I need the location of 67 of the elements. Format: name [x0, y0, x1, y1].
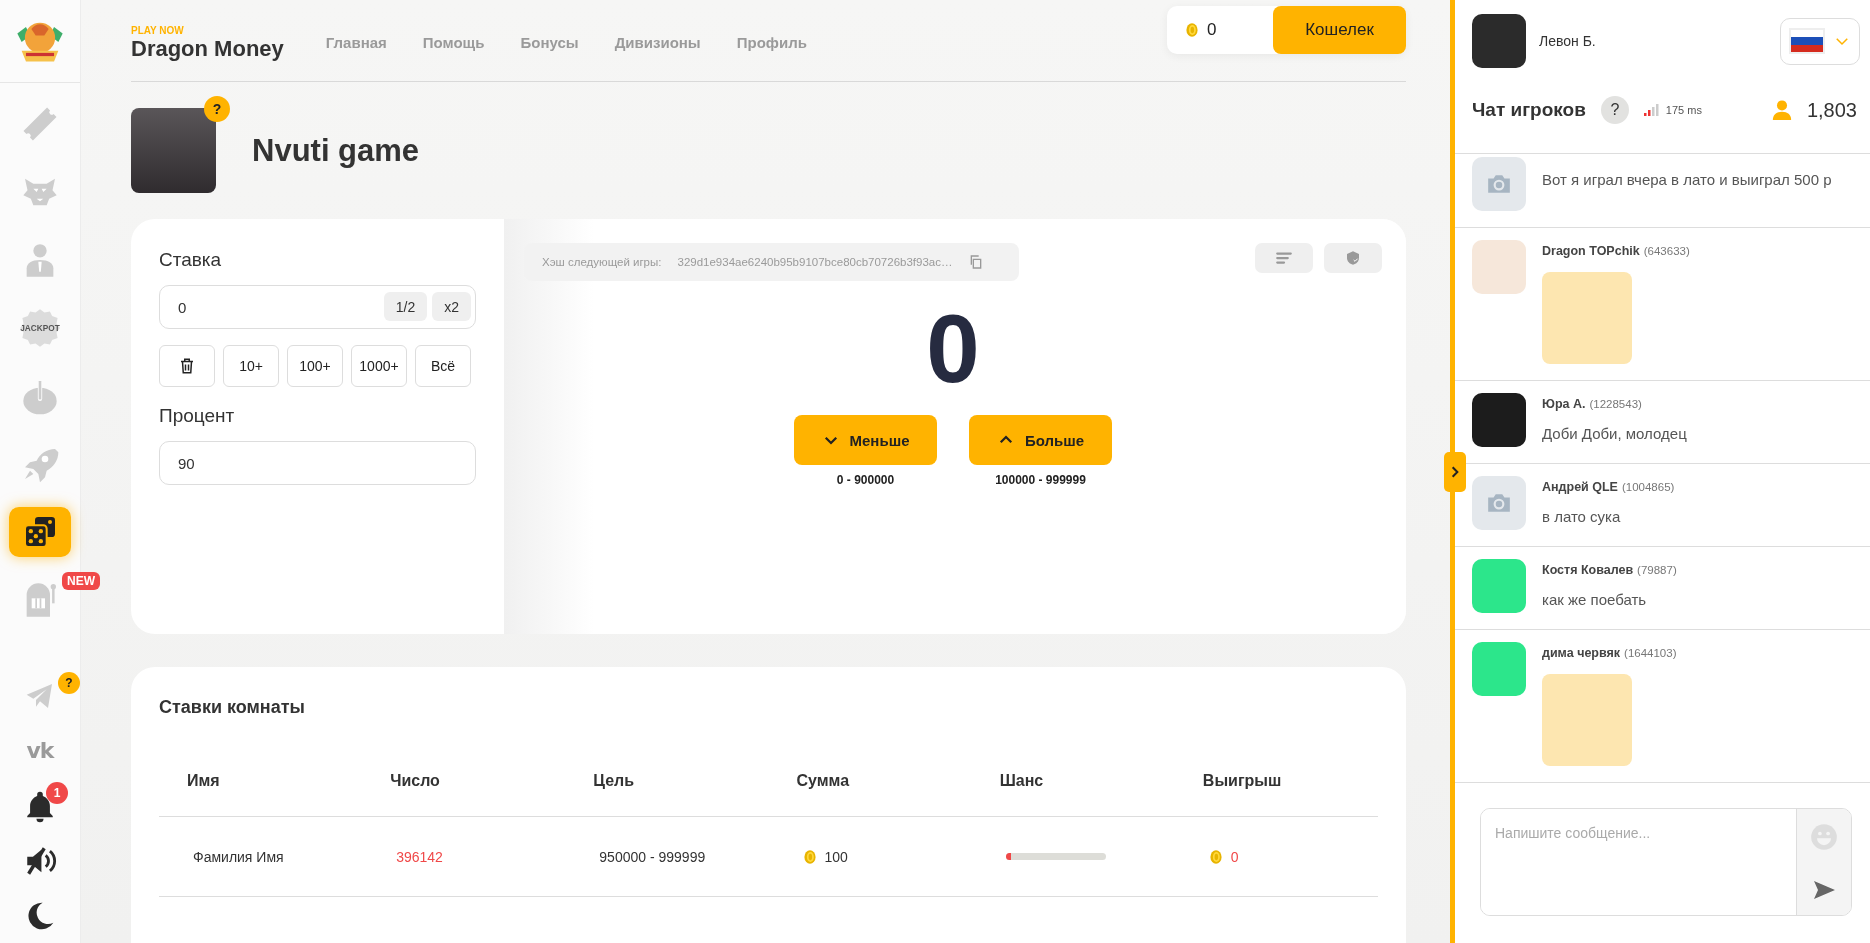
person-icon — [1770, 97, 1793, 123]
message-author: Dragon TOPchik (643633) — [1542, 244, 1690, 258]
half-button[interactable]: 1/2 — [383, 292, 428, 321]
column-header: Сумма — [768, 746, 972, 817]
table-cell: 950000 - 999999 — [565, 817, 769, 897]
result-number: 0 — [925, 301, 981, 397]
help-badge[interactable]: ? — [204, 96, 230, 122]
flag-icon — [1789, 28, 1825, 54]
table-cell: Фамилия Имя — [159, 817, 363, 897]
collapse-button[interactable] — [1444, 452, 1466, 492]
column-header: Цель — [565, 746, 769, 817]
fairness-button[interactable] — [1324, 243, 1382, 273]
column-header: Шанс — [971, 746, 1175, 817]
quick-bet-button[interactable]: 1000+ — [351, 345, 407, 387]
percent-input[interactable]: 90 — [159, 441, 476, 485]
double-button[interactable]: x2 — [432, 292, 471, 321]
wallet-button[interactable]: Кошелек — [1273, 5, 1406, 54]
clear-button[interactable] — [159, 345, 215, 387]
online-count: 1,803 — [1806, 98, 1857, 122]
notification-badge: 1 — [46, 782, 68, 804]
nav-button[interactable] — [9, 507, 71, 557]
column-header: Число — [362, 746, 566, 817]
game-title: Nvuti game — [252, 132, 420, 169]
hash-label: Хэш следующей игры: — [542, 256, 662, 268]
column-header: Выигрыш — [1174, 746, 1378, 817]
range-text: 100000 - 999999 — [995, 473, 1086, 487]
new-badge: NEW — [62, 572, 100, 590]
quick-bet-button[interactable]: 10+ — [223, 345, 279, 387]
brand-name: Dragon Money — [131, 36, 284, 62]
hash-value: 329d1e934ae6240b95b9107bce80cb70726b3f93ac… — [677, 256, 953, 268]
balance-amount: 0 — [1207, 19, 1217, 40]
message-text: в лато сука — [1542, 508, 1622, 525]
table-cell: 396142 — [362, 817, 566, 897]
language-dropdown[interactable] — [1780, 17, 1860, 65]
message-input[interactable]: Напишите сообщение... — [1480, 808, 1852, 916]
ping-text: 175 ms — [1665, 104, 1702, 116]
coin-icon — [802, 847, 817, 866]
range-text: 0 - 900000 — [836, 473, 895, 487]
signal-icon — [1642, 103, 1659, 117]
bets-title: Ставки комнаты — [159, 697, 306, 718]
brand-tagline: PLAY NOW — [131, 25, 185, 36]
history-button[interactable] — [1255, 243, 1313, 273]
table-cell: 100 — [824, 848, 848, 865]
message-text: Вот я играл вчера в лато и выиграл 500 р — [1542, 171, 1832, 188]
trash-icon — [178, 357, 196, 375]
message-text: как же поебать — [1542, 591, 1648, 608]
table-cell: 0 — [1230, 848, 1239, 865]
quick-bet-button[interactable]: 100+ — [287, 345, 343, 387]
message-author: Юра А. (1228543) — [1542, 397, 1643, 411]
message-author: Андрей QLE (1004865) — [1542, 480, 1675, 494]
quick-bet-button[interactable]: Всё — [415, 345, 471, 387]
chat-title: Чат игроков — [1472, 99, 1586, 121]
lower-button[interactable]: Меньше — [794, 415, 937, 465]
help-badge[interactable]: ? — [1600, 96, 1629, 124]
coin-icon — [1208, 847, 1223, 866]
message-author: Костя Ковалев (79887) — [1542, 563, 1677, 577]
bet-label: Ставка — [159, 249, 223, 271]
user-name: Левон Б. — [1539, 32, 1597, 50]
help-badge: ? — [58, 672, 80, 694]
coin-icon — [1185, 20, 1199, 39]
lines-icon — [1273, 249, 1295, 267]
percent-label: Процент — [159, 405, 236, 427]
message-author: дима червяк (1644103) — [1542, 646, 1677, 660]
message-text: Доби Доби, молодец — [1542, 425, 1687, 442]
column-header: Имя — [159, 746, 363, 817]
shield-icon — [1345, 250, 1361, 266]
higher-button[interactable]: Больше — [969, 415, 1112, 465]
